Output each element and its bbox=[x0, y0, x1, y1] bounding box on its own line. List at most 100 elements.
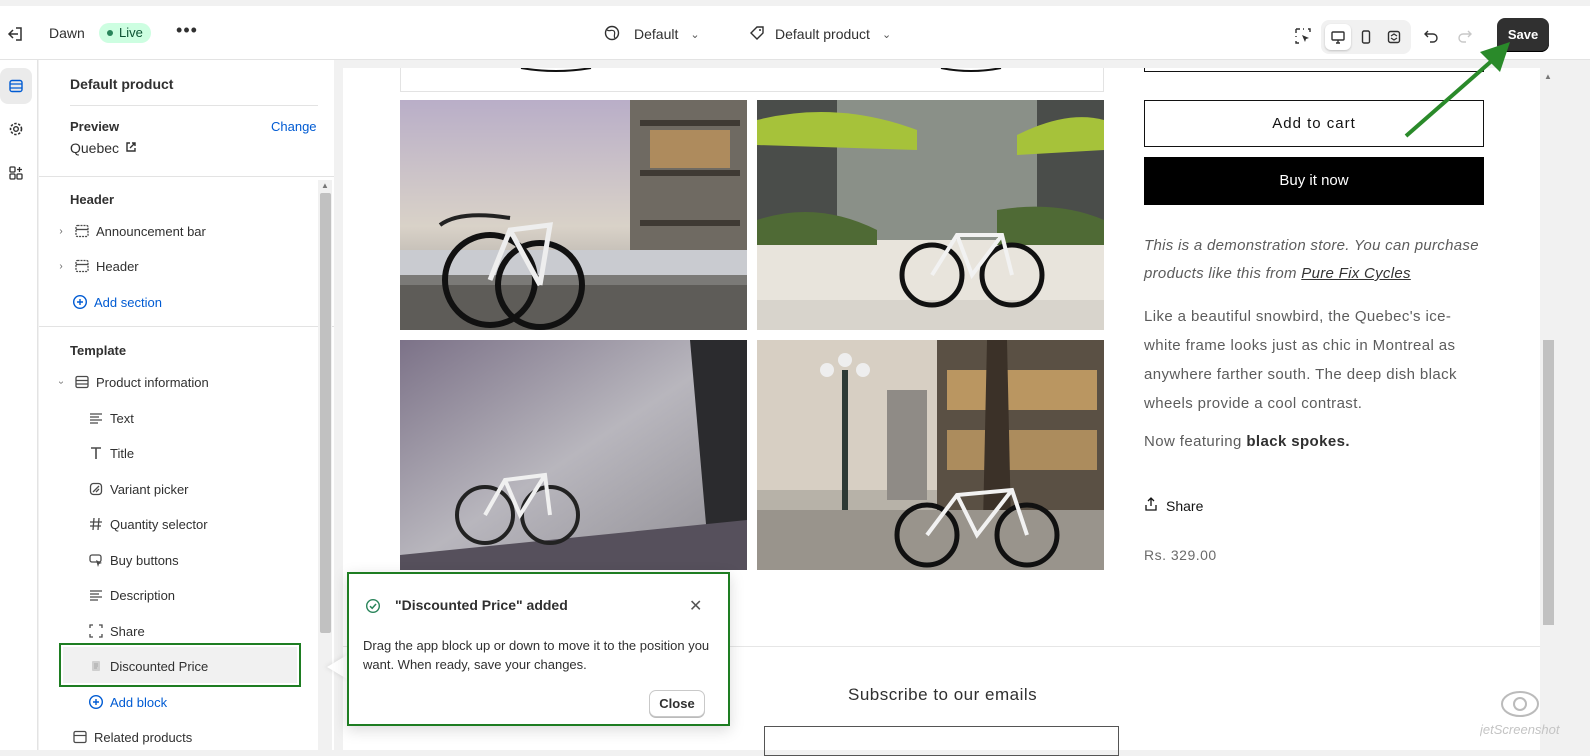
product-selector[interactable]: Default product ⌄ bbox=[749, 23, 891, 45]
section-label: Announcement bar bbox=[96, 223, 206, 239]
block-quantity-selector[interactable]: Quantity selector bbox=[88, 513, 208, 535]
globe-icon bbox=[604, 25, 620, 44]
block-share[interactable]: Share bbox=[88, 620, 145, 642]
tag-icon bbox=[749, 25, 765, 44]
product-description: Like a beautiful snowbird, the Quebec's … bbox=[1144, 308, 1457, 412]
divider bbox=[70, 105, 318, 106]
block-label: Variant picker bbox=[110, 481, 189, 497]
live-status-badge: Live bbox=[99, 23, 151, 43]
cursor-button-icon bbox=[88, 552, 104, 568]
chevron-down-icon: ⌄ bbox=[690, 28, 700, 41]
newsletter-heading: Subscribe to our emails bbox=[848, 685, 1038, 704]
product-photo-1[interactable] bbox=[400, 100, 747, 330]
chevron-down-icon[interactable]: › bbox=[56, 375, 67, 389]
block-buy-buttons[interactable]: Buy buttons bbox=[88, 549, 179, 571]
plus-circle-icon bbox=[72, 294, 88, 310]
check-circle-icon bbox=[365, 598, 381, 614]
section-header[interactable]: › Header bbox=[54, 255, 139, 277]
block-added-popover: "Discounted Price" added ✕ Drag the app … bbox=[347, 572, 730, 726]
panel-scroll-thumb[interactable] bbox=[320, 193, 331, 633]
annotation-arrow-icon bbox=[1404, 42, 1510, 138]
block-variant-picker[interactable]: Variant picker bbox=[88, 478, 189, 500]
product-price: Rs. 329.00 bbox=[1144, 547, 1217, 563]
divider bbox=[39, 176, 334, 177]
exit-icon[interactable] bbox=[4, 24, 24, 44]
panel-title: Default product bbox=[70, 76, 174, 92]
section-announcement-bar[interactable]: › Announcement bar bbox=[54, 220, 206, 242]
sections-icon[interactable] bbox=[0, 68, 32, 104]
template-group-title: Template bbox=[70, 343, 127, 358]
preview-product-name: Quebec bbox=[70, 140, 120, 156]
block-label: Description bbox=[110, 587, 176, 603]
pure-fix-cycles-link[interactable]: Pure Fix Cycles bbox=[1301, 265, 1411, 282]
block-label: Quantity selector bbox=[110, 516, 208, 532]
share-button[interactable]: Share bbox=[1144, 497, 1203, 514]
gallery-previous-image-edge bbox=[400, 67, 1104, 92]
settings-gear-icon[interactable] bbox=[0, 111, 32, 147]
inspector-icon[interactable] bbox=[1290, 23, 1316, 49]
hash-icon bbox=[88, 516, 104, 532]
template-selector-label: Default bbox=[634, 26, 679, 42]
more-actions-button[interactable]: ••• bbox=[176, 21, 198, 43]
desktop-icon[interactable] bbox=[1325, 24, 1351, 50]
variant-icon bbox=[88, 481, 104, 497]
block-description[interactable]: Description bbox=[88, 584, 175, 606]
divider bbox=[39, 326, 334, 327]
device-switcher bbox=[1321, 20, 1411, 54]
chevron-right-icon[interactable]: › bbox=[54, 261, 68, 272]
scroll-up-arrow-icon[interactable]: ▲ bbox=[321, 181, 329, 190]
block-text[interactable]: Text bbox=[88, 407, 134, 429]
top-bar: Dawn Live ••• Default ⌄ Default product … bbox=[0, 6, 1590, 60]
theme-name: Dawn bbox=[49, 25, 85, 41]
block-label: Text bbox=[110, 410, 134, 426]
feature-bold: black spokes. bbox=[1246, 433, 1350, 450]
block-title[interactable]: Title bbox=[88, 442, 134, 464]
section-label: Related products bbox=[94, 729, 193, 745]
add-block-button[interactable]: Add block bbox=[88, 691, 167, 713]
title-t-icon bbox=[88, 445, 104, 461]
product-photo-3[interactable] bbox=[400, 340, 747, 570]
close-button[interactable]: Close bbox=[649, 690, 705, 717]
live-badge-label: Live bbox=[119, 25, 143, 40]
popover-title: "Discounted Price" added bbox=[395, 597, 568, 613]
share-icon bbox=[1144, 497, 1158, 514]
scroll-up-arrow-icon[interactable]: ▲ bbox=[1544, 72, 1552, 81]
product-photo-4[interactable] bbox=[757, 340, 1104, 570]
add-block-label: Add block bbox=[110, 694, 168, 710]
section-label: Product information bbox=[96, 374, 209, 390]
mobile-icon[interactable] bbox=[1353, 24, 1379, 50]
preview-scroll-thumb[interactable] bbox=[1543, 340, 1554, 625]
annotation-highlight-box bbox=[59, 643, 301, 687]
newsletter-email-input[interactable] bbox=[764, 726, 1119, 756]
chevron-right-icon[interactable]: › bbox=[54, 226, 68, 237]
popover-message: Drag the app block up or down to move it… bbox=[363, 638, 710, 672]
section-icon bbox=[72, 729, 88, 745]
template-selector[interactable]: Default ⌄ bbox=[604, 23, 700, 45]
apps-icon[interactable] bbox=[0, 155, 32, 191]
block-label: Share bbox=[110, 623, 145, 639]
share-label: Share bbox=[1166, 497, 1204, 514]
product-photo-2[interactable] bbox=[757, 100, 1104, 330]
section-related-products[interactable]: Related products bbox=[72, 726, 192, 748]
block-label: Title bbox=[110, 445, 135, 461]
block-label: Buy buttons bbox=[110, 552, 179, 568]
change-preview-link[interactable]: Change bbox=[271, 119, 317, 134]
buy-now-button[interactable]: Buy it now bbox=[1144, 157, 1484, 205]
preview-product[interactable]: Quebec bbox=[70, 140, 137, 156]
popover-pointer bbox=[327, 655, 347, 679]
demo-store-notice: This is a demonstration store. You can p… bbox=[1144, 232, 1489, 288]
chevron-down-icon: ⌄ bbox=[881, 28, 892, 41]
section-product-information[interactable]: › Product information bbox=[54, 371, 209, 393]
watermark-logo: jetScreenshot bbox=[1478, 684, 1561, 744]
close-icon[interactable]: ✕ bbox=[689, 596, 702, 616]
section-icon bbox=[74, 223, 90, 239]
section-icon bbox=[74, 374, 90, 390]
section-label: Header bbox=[96, 258, 139, 274]
text-lines-icon bbox=[88, 410, 104, 426]
section-icon bbox=[74, 258, 90, 274]
plus-circle-icon bbox=[88, 694, 104, 710]
external-link-icon bbox=[125, 140, 137, 156]
feature-line: Now featuring black spokes. bbox=[1144, 433, 1350, 450]
share-frame-icon bbox=[88, 623, 104, 639]
add-section-button[interactable]: Add section bbox=[72, 291, 162, 313]
